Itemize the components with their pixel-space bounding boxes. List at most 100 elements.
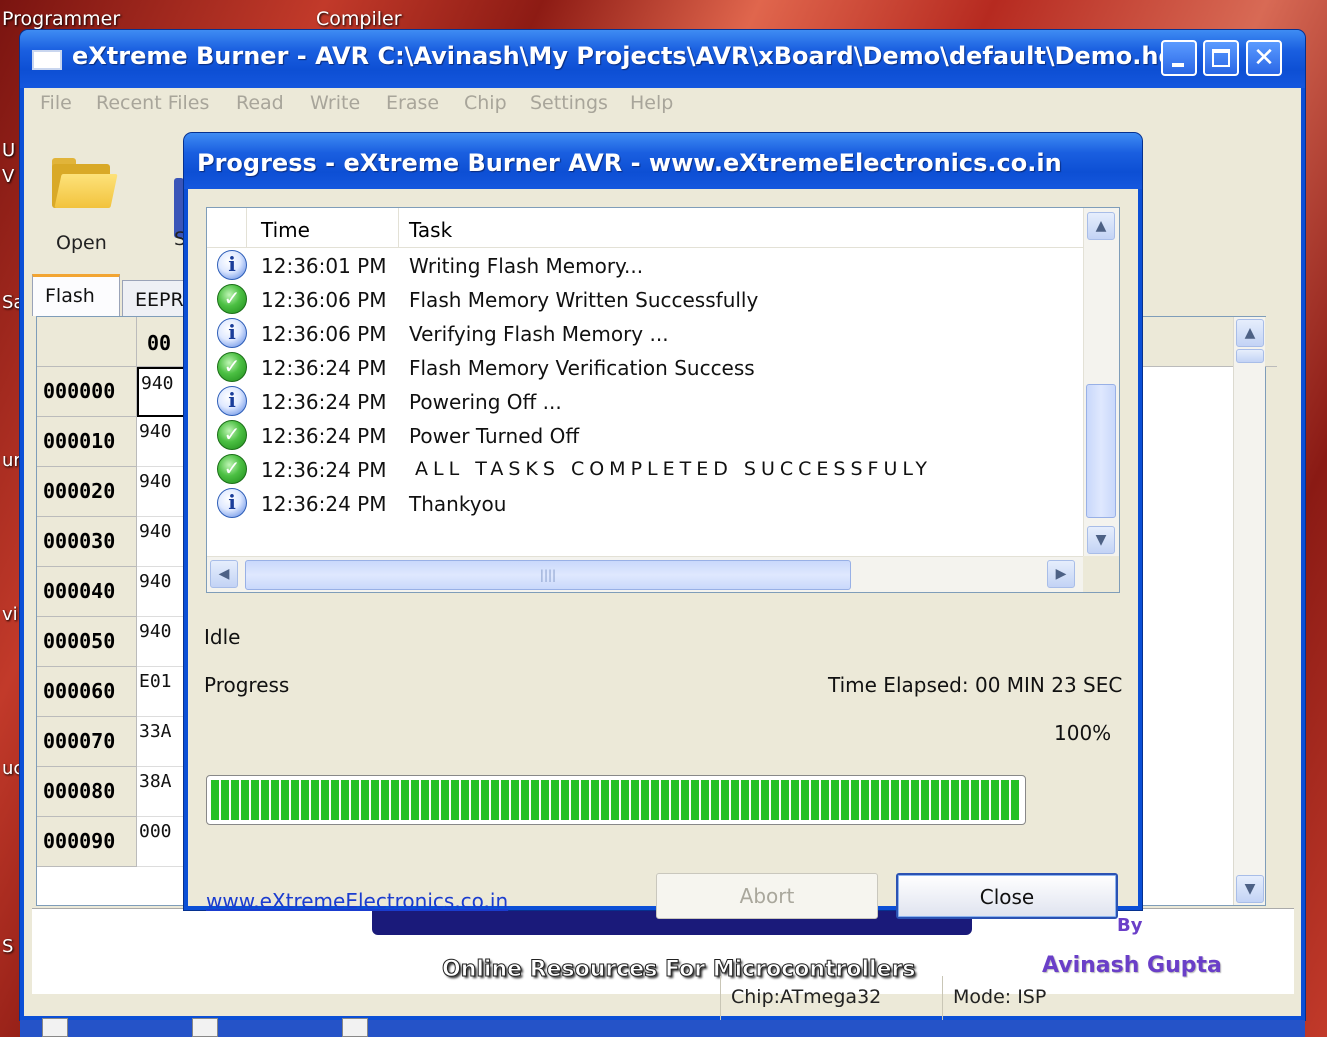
- abort-button[interactable]: Abort: [656, 873, 878, 919]
- check-icon: ✓: [217, 352, 247, 382]
- hex-cell[interactable]: 940: [137, 417, 187, 467]
- log-scroll-thumb[interactable]: [1086, 384, 1116, 518]
- grid-corner: [37, 317, 137, 367]
- hex-cell[interactable]: 940: [137, 467, 187, 517]
- desktop-fragment: S: [2, 936, 14, 957]
- tab-flash[interactable]: Flash: [32, 274, 120, 316]
- taskbar-doc-icon[interactable]: [42, 1018, 68, 1037]
- chevron-up-icon: ▲: [1095, 218, 1107, 234]
- desktop-fragment: ur: [2, 450, 21, 471]
- log-time: 12:36:06 PM: [261, 288, 387, 312]
- log-header-icon-column[interactable]: [207, 208, 247, 248]
- dialog-title: Progress - eXtreme Burner AVR - www.eXtr…: [197, 149, 1062, 177]
- menu-chip[interactable]: Chip: [464, 92, 507, 114]
- status-bar: Chip:ATmega32 Mode: ISP: [24, 976, 1301, 1020]
- app-icon: [32, 50, 62, 70]
- desktop-icon-label-programmer[interactable]: Programmer: [2, 8, 120, 30]
- log-header-task[interactable]: Task: [399, 208, 1083, 248]
- log-time: 12:36:24 PM: [261, 356, 387, 380]
- log-vertical-scrollbar[interactable]: ▲ ▼: [1083, 208, 1119, 558]
- column-header-00: 00: [147, 331, 172, 355]
- hex-cell[interactable]: 33A: [137, 717, 187, 767]
- menu-settings[interactable]: Settings: [530, 92, 608, 114]
- row-address: 000010: [37, 417, 137, 467]
- chevron-right-icon: ▶: [1055, 566, 1067, 582]
- dialog-titlebar[interactable]: Progress - eXtreme Burner AVR - www.eXtr…: [184, 133, 1142, 189]
- log-row[interactable]: i 12:36:24 PM Thankyou: [207, 486, 1083, 520]
- check-icon: ✓: [217, 454, 247, 484]
- log-header-time[interactable]: Time: [247, 208, 399, 248]
- close-icon: ✕: [1253, 43, 1275, 73]
- row-address: 000000: [37, 367, 137, 417]
- log-time: 12:36:24 PM: [261, 390, 387, 414]
- maximize-icon: [1212, 49, 1230, 67]
- status-idle-label: Idle: [204, 625, 241, 649]
- close-button[interactable]: Close: [896, 873, 1118, 919]
- log-task: Flash Memory Written Successfully: [409, 288, 759, 312]
- close-window-button[interactable]: ✕: [1246, 40, 1282, 76]
- hex-cell[interactable]: 940: [137, 567, 187, 617]
- log-row[interactable]: ✓ 12:36:24 PM Flash Memory Verification Su…: [207, 350, 1083, 384]
- menu-read[interactable]: Read: [236, 92, 284, 114]
- hex-cell[interactable]: 000: [137, 817, 187, 867]
- log-scroll-corner: [1083, 556, 1119, 592]
- log-horizontal-scrollbar[interactable]: ◀ |||| ▶: [207, 556, 1083, 592]
- hex-cell[interactable]: 940: [137, 517, 187, 567]
- grid-vertical-scrollbar[interactable]: ▲ ▼: [1233, 317, 1265, 905]
- log-row[interactable]: i 12:36:06 PM Verifying Flash Memory ...: [207, 316, 1083, 350]
- menu-file[interactable]: File: [40, 92, 72, 114]
- check-icon: ✓: [217, 284, 247, 314]
- scroll-down-button[interactable]: ▼: [1236, 875, 1264, 903]
- log-header: Time Task: [207, 208, 1083, 248]
- hex-cell[interactable]: 38A: [137, 767, 187, 817]
- log-scroll-left-button[interactable]: ◀: [210, 560, 238, 588]
- log-row[interactable]: i 12:36:24 PM Powering Off ...: [207, 384, 1083, 418]
- website-link[interactable]: www.eXtremeElectronics.co.in: [206, 889, 508, 913]
- row-address: 000020: [37, 467, 137, 517]
- taskbar-doc-icon[interactable]: [192, 1018, 218, 1037]
- main-titlebar[interactable]: eXtreme Burner - AVR C:\Avinash\My Proje…: [20, 30, 1305, 88]
- scroll-up-button[interactable]: ▲: [1236, 319, 1264, 347]
- desktop-icon-label-compiler[interactable]: Compiler: [316, 8, 402, 30]
- scroll-thumb[interactable]: [1236, 349, 1264, 363]
- maximize-button[interactable]: [1203, 40, 1239, 76]
- log-scroll-right-button[interactable]: ▶: [1047, 560, 1075, 588]
- hex-cell[interactable]: E01: [137, 667, 187, 717]
- row-address: 000040: [37, 567, 137, 617]
- chevron-down-icon: ▼: [1095, 532, 1107, 548]
- check-icon: ✓: [217, 420, 247, 450]
- minimize-button[interactable]: [1161, 40, 1197, 76]
- info-icon: i: [217, 250, 247, 280]
- chevron-down-icon: ▼: [1244, 881, 1256, 897]
- log-scroll-up-button[interactable]: ▲: [1087, 212, 1115, 240]
- row-address: 000070: [37, 717, 137, 767]
- hex-cell[interactable]: 940: [137, 367, 187, 417]
- hex-cell[interactable]: 940: [137, 617, 187, 667]
- log-hscroll-thumb[interactable]: ||||: [245, 560, 851, 590]
- log-time: 12:36:01 PM: [261, 254, 387, 278]
- banner-by: By: [1117, 915, 1143, 936]
- log-row[interactable]: ✓ 12:36:24 PM Power Turned Off: [207, 418, 1083, 452]
- row-address: 000080: [37, 767, 137, 817]
- log-time: 12:36:24 PM: [261, 458, 387, 482]
- open-label: Open: [56, 232, 107, 254]
- log-row[interactable]: ✓ 12:36:06 PM Flash Memory Written Success…: [207, 282, 1083, 316]
- row-address: 000050: [37, 617, 137, 667]
- log-scroll-down-button[interactable]: ▼: [1087, 526, 1115, 554]
- taskbar-doc-icon[interactable]: [342, 1018, 368, 1037]
- log-row[interactable]: ✓ 12:36:24 PM ALL TASKS COMPLETED SUCCESSF…: [207, 452, 1083, 486]
- desktop-fragment: V: [2, 166, 15, 187]
- log-row[interactable]: i 12:36:01 PM Writing Flash Memory...: [207, 248, 1083, 282]
- log-task: Powering Off ...: [409, 390, 562, 414]
- log-time: 12:36:24 PM: [261, 492, 387, 516]
- task-log-list[interactable]: Time Task i 12:36:01 PM Writing Flash Memo…: [206, 207, 1120, 593]
- menu-write[interactable]: Write: [310, 92, 360, 114]
- menu-recent-files[interactable]: Recent Files: [96, 92, 209, 114]
- menu-help[interactable]: Help: [630, 92, 673, 114]
- info-icon: i: [217, 318, 247, 348]
- progress-percent: 100%: [1054, 721, 1112, 745]
- status-chip: Chip:ATmega32: [720, 976, 942, 1020]
- folder-open-icon: [52, 156, 118, 208]
- log-task: Verifying Flash Memory ...: [409, 322, 669, 346]
- menu-erase[interactable]: Erase: [386, 92, 439, 114]
